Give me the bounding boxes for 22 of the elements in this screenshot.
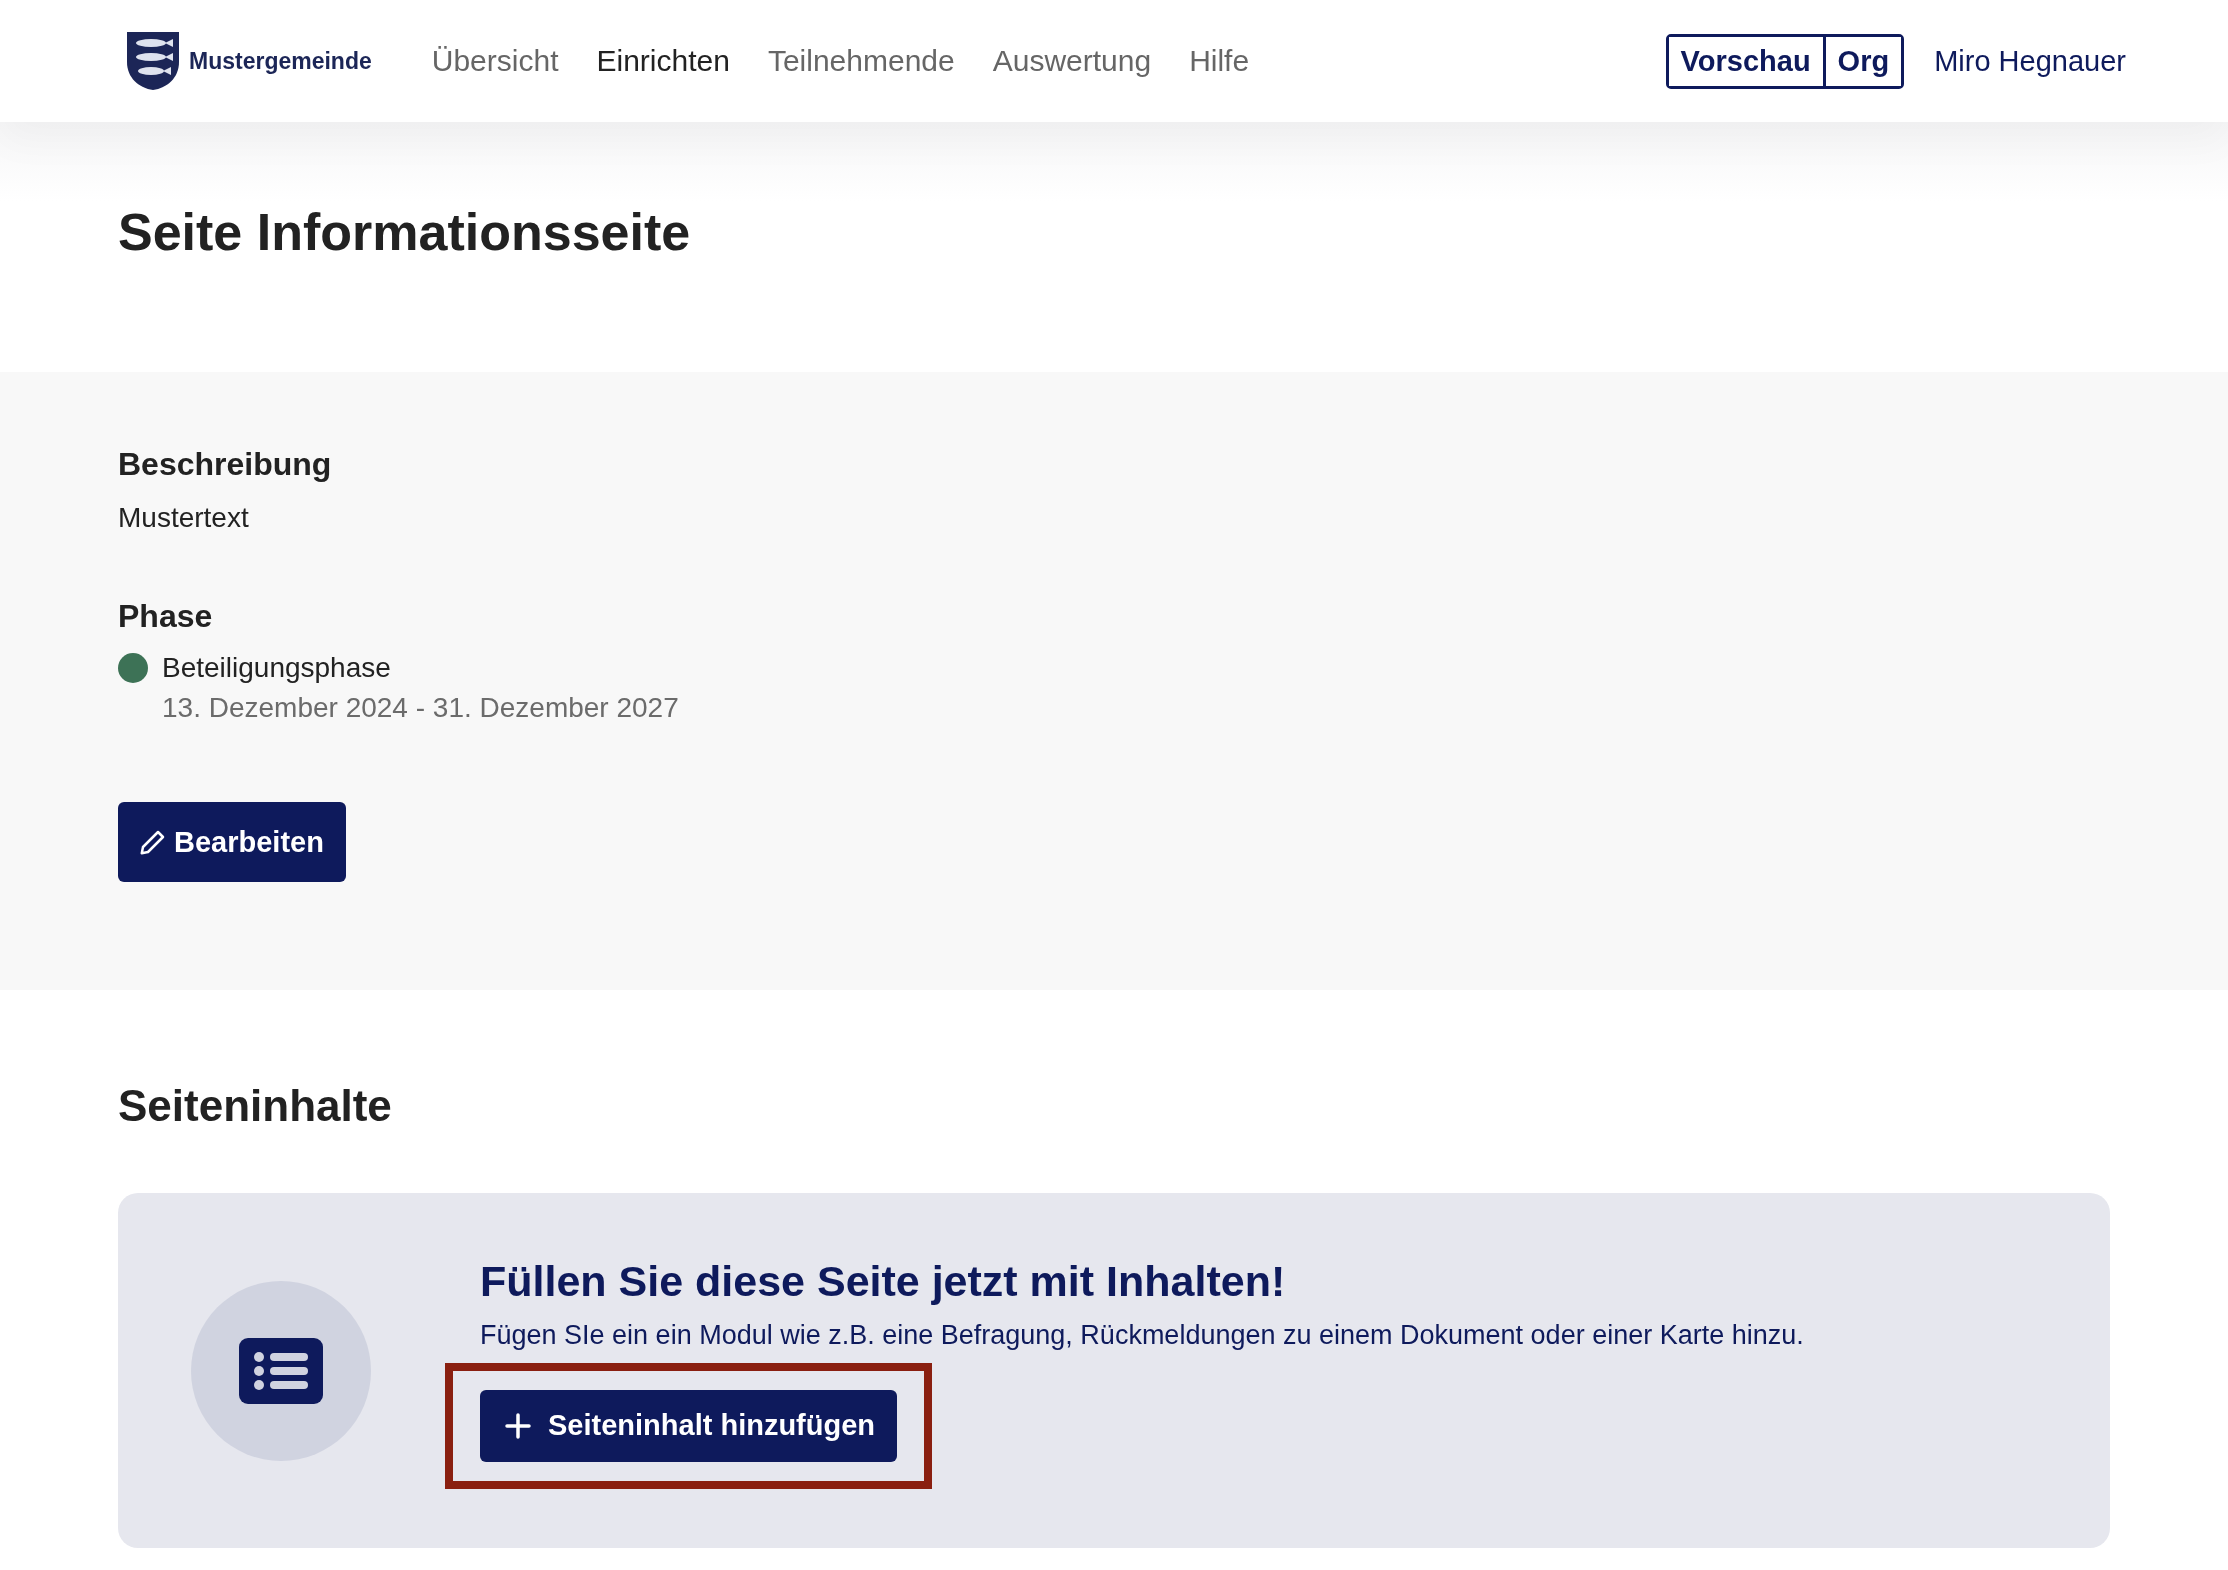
preview-button[interactable]: Org (1822, 36, 1902, 86)
add-content-button[interactable]: Seiteninhalt hinzufügen (480, 1389, 898, 1462)
section-heading: Phase (118, 597, 214, 636)
nav-link[interactable]: Auswertung (992, 44, 1152, 78)
empty-state-text: Fügen SIe ein ein Modul wie z.B. eine Befragung, Rückmeldungen zu einem Dokument oder einer Karte hinzu. (480, 1318, 1804, 1352)
phase-name: Beteiligungsphase (162, 651, 391, 685)
list-icon (239, 1337, 323, 1404)
description-text: Mustertext (118, 501, 250, 535)
section-heading: Beschreibung (118, 445, 333, 484)
nav-link[interactable]: Einrichten (596, 44, 730, 78)
page-title: Seite Informationsseite (118, 202, 692, 263)
edit-button[interactable]: Bearbeiten (118, 802, 346, 882)
user-name-link[interactable]: Miro Hegnauer (1934, 44, 2126, 78)
section-heading: Seiteninhalte (118, 1080, 393, 1132)
coat-of-arms-logo (125, 30, 181, 92)
nav-link[interactable]: Hilfe (1189, 44, 1250, 78)
nav-link[interactable]: Übersicht (431, 44, 559, 78)
nav-link[interactable]: Teilnehmende (767, 44, 955, 78)
phase-dates: 13. Dezember 2024 - 31. Dezember 2027 (162, 691, 680, 725)
empty-state-title: Füllen Sie diese Seite jetzt mit Inhalten! (480, 1255, 1286, 1307)
plus-icon (504, 1411, 532, 1440)
brand-name[interactable]: Mustergemeinde (189, 47, 372, 75)
